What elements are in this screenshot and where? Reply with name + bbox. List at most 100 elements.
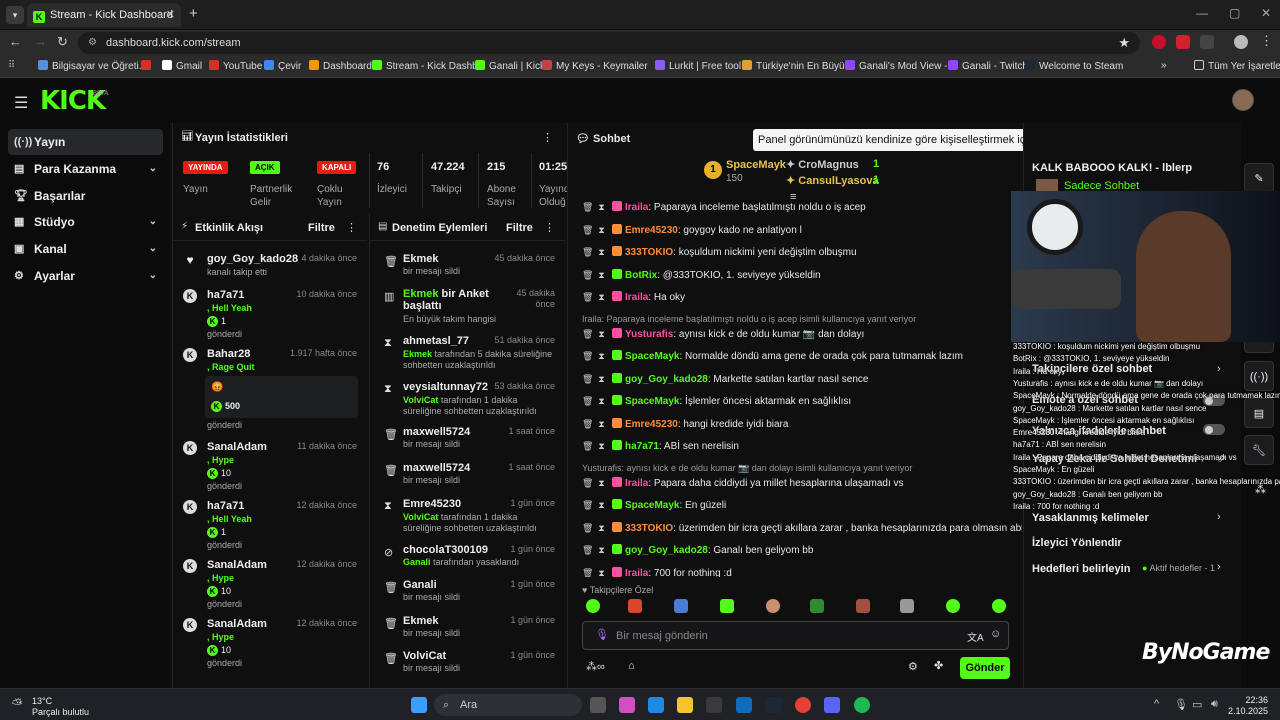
- new-tab-icon[interactable]: +: [189, 5, 198, 22]
- chat-message[interactable]: 🗑︎ ⧗ Iraila: Papara daha ciddiydi ya mille…: [582, 473, 1022, 493]
- tab-list-icon[interactable]: ▾: [6, 6, 24, 24]
- bookmark-item[interactable]: Welcome to Steam: [1025, 60, 1123, 72]
- emote-icon[interactable]: [720, 599, 734, 613]
- weather-widget[interactable]: ⛅︎ 13°C Parçalı bulutlu: [12, 696, 89, 718]
- delete-message-icon[interactable]: 🗑︎: [582, 414, 593, 434]
- chat-username[interactable]: goy_Goy_kado28: [625, 545, 708, 556]
- store-icon[interactable]: ⌂: [628, 660, 635, 672]
- chat-input[interactable]: 🎙︎ Bir mesaj gönderin 文A ☺: [582, 621, 1009, 650]
- browser-menu-icon[interactable]: ⋮: [1260, 33, 1273, 49]
- sidebar-item-basarilar[interactable]: 🏆︎ Başarılar: [8, 183, 163, 209]
- bookmark-item[interactable]: Gmail: [162, 60, 202, 72]
- reload-icon[interactable]: ↻: [57, 34, 68, 50]
- delete-message-icon[interactable]: 🗑︎: [582, 369, 593, 389]
- delete-message-icon[interactable]: 🗑︎: [582, 540, 593, 560]
- gifter-entry[interactable]: ✦ CroMagnus: [786, 158, 859, 171]
- outlook-icon[interactable]: [736, 697, 752, 713]
- minimize-icon[interactable]: —: [1196, 6, 1208, 20]
- chat-username[interactable]: ha7a71: [625, 441, 659, 452]
- profile-icon[interactable]: [1234, 35, 1248, 49]
- edge-icon[interactable]: [648, 697, 664, 713]
- emote-icon[interactable]: [856, 599, 870, 613]
- emote-icon[interactable]: [992, 599, 1006, 613]
- user-avatar[interactable]: [1232, 89, 1254, 111]
- extension-adblock-icon[interactable]: [1176, 35, 1190, 49]
- spotify-icon[interactable]: [854, 697, 870, 713]
- chat-message[interactable]: 🗑︎ ⧗ Iraila: Ha oky: [582, 287, 1022, 307]
- hamburger-menu-icon[interactable]: ☰: [14, 93, 28, 113]
- copilot-icon[interactable]: [619, 697, 635, 713]
- delete-message-icon[interactable]: 🗑︎: [582, 391, 593, 411]
- emoji-icon[interactable]: ☺: [990, 628, 1001, 640]
- tray-overflow-icon[interactable]: ^: [1154, 698, 1159, 710]
- file-explorer-icon[interactable]: [677, 697, 693, 713]
- activity-filter-button[interactable]: Filtre: [308, 222, 335, 234]
- address-bar[interactable]: ⚙ dashboard.kick.com/stream ★: [78, 32, 1140, 54]
- delete-message-icon[interactable]: 🗑︎: [582, 324, 593, 344]
- bookmark-star-icon[interactable]: ★: [1118, 32, 1130, 54]
- chat-username[interactable]: SpaceMayk: [625, 351, 679, 362]
- delete-message-icon[interactable]: 🗑︎: [582, 220, 593, 240]
- bookmarks-overflow-icon[interactable]: »: [1161, 60, 1167, 71]
- delete-message-icon[interactable]: 🗑︎: [582, 436, 593, 456]
- chat-username[interactable]: Iraila: [625, 292, 648, 303]
- timeout-icon[interactable]: ⧗: [597, 346, 606, 366]
- timeout-icon[interactable]: ⧗: [597, 265, 606, 285]
- timeout-icon[interactable]: ⧗: [597, 242, 606, 262]
- timeout-icon[interactable]: ⧗: [597, 540, 606, 560]
- task-view-icon[interactable]: [590, 697, 606, 713]
- bookmark-item[interactable]: Stream - Kick Dashb...: [372, 60, 486, 72]
- chat-username[interactable]: SpaceMayk: [625, 500, 679, 511]
- stats-menu-icon[interactable]: ⋮: [542, 131, 553, 144]
- chat-message[interactable]: 🗑︎ ⧗ ha7a71: ABİ sen nerelisin: [582, 436, 1022, 456]
- volume-icon[interactable]: 🔊︎: [1211, 698, 1218, 711]
- edit-icon[interactable]: ✎: [1244, 163, 1274, 193]
- delete-message-icon[interactable]: 🗑︎: [582, 265, 593, 285]
- chat-message[interactable]: 🗑︎ ⧗ Emre45230: hangi kredide iyidi biara: [582, 414, 1022, 434]
- gifter-entry[interactable]: ✦ CansulLyasova: [786, 174, 879, 187]
- timeout-icon[interactable]: ⧗: [597, 563, 606, 578]
- delete-message-icon[interactable]: 🗑︎: [582, 495, 593, 515]
- microphone-icon[interactable]: 🎙︎: [595, 628, 609, 641]
- chat-username[interactable]: Yusturafis: [625, 329, 673, 340]
- maximize-icon[interactable]: ▢: [1229, 6, 1240, 20]
- puzzle-icon[interactable]: ✤: [934, 659, 943, 672]
- translate-icon[interactable]: 文A: [967, 629, 984, 644]
- taskbar-search[interactable]: ⌕ Ara: [434, 694, 582, 716]
- sidebar-item-para-kazanma[interactable]: ▤ Para Kazanma ⌄: [8, 156, 163, 182]
- chat-username[interactable]: Iraila: [625, 202, 648, 213]
- emote-icon[interactable]: [810, 599, 824, 613]
- top-gifter-name[interactable]: SpaceMayk: [726, 159, 786, 171]
- chat-message[interactable]: 🗑︎ ⧗ goy_Goy_kado28: Ganalı ben geliyom bb: [582, 540, 1022, 560]
- activity-menu-icon[interactable]: ⋮: [346, 221, 357, 234]
- bookmark-item[interactable]: Ganali | Kick: [475, 60, 545, 72]
- extensions-puzzle-icon[interactable]: [1200, 35, 1214, 49]
- timeout-icon[interactable]: ⧗: [597, 473, 606, 493]
- sidebar-item-studyo[interactable]: ▦ Stüdyo ⌄: [8, 209, 163, 235]
- chat-message[interactable]: 🗑︎ ⧗ Emre45230: goygoy kado ne anlatiyon l: [582, 220, 1022, 240]
- delete-message-icon[interactable]: 🗑︎: [582, 473, 593, 493]
- chrome-icon[interactable]: [795, 697, 811, 713]
- chat-message[interactable]: 🗑︎ ⧗ SpaceMayk: İşlemler öncesi aktarmak e…: [582, 391, 1022, 411]
- bookmark-item[interactable]: Lurkit | Free tool...: [655, 60, 749, 72]
- steam-icon[interactable]: [765, 697, 781, 713]
- delete-message-icon[interactable]: 🗑︎: [582, 197, 593, 217]
- infinity-icon[interactable]: ⁂∞: [586, 660, 605, 673]
- timeout-icon[interactable]: ⧗: [597, 518, 606, 538]
- chat-message[interactable]: 🗑︎ ⧗ Iraila: 700 for nothing :d: [582, 563, 1022, 578]
- bookmark-item[interactable]: Türkiye'nin En Büyü...: [742, 60, 853, 72]
- timeout-icon[interactable]: ⧗: [597, 369, 606, 389]
- emote-icon[interactable]: [586, 599, 600, 613]
- timeout-icon[interactable]: ⧗: [597, 220, 606, 240]
- network-icon[interactable]: ▭: [1192, 698, 1202, 711]
- chat-settings-icon[interactable]: ⚙: [908, 660, 918, 673]
- chat-username[interactable]: 333TOKIO: [625, 247, 673, 258]
- chat-username[interactable]: Emre45230: [625, 419, 678, 430]
- close-tab-icon[interactable]: ✕: [166, 3, 175, 27]
- windows-start-icon[interactable]: [411, 697, 427, 713]
- bookmark-item[interactable]: Ganali - Twitch: [948, 60, 1028, 72]
- bookmark-item[interactable]: Çevir: [264, 60, 301, 72]
- sidebar-item-ayarlar[interactable]: ⚙ Ayarlar ⌄: [8, 263, 163, 289]
- delete-message-icon[interactable]: 🗑︎: [582, 563, 593, 578]
- chat-username[interactable]: 333TOKIO: [625, 523, 673, 534]
